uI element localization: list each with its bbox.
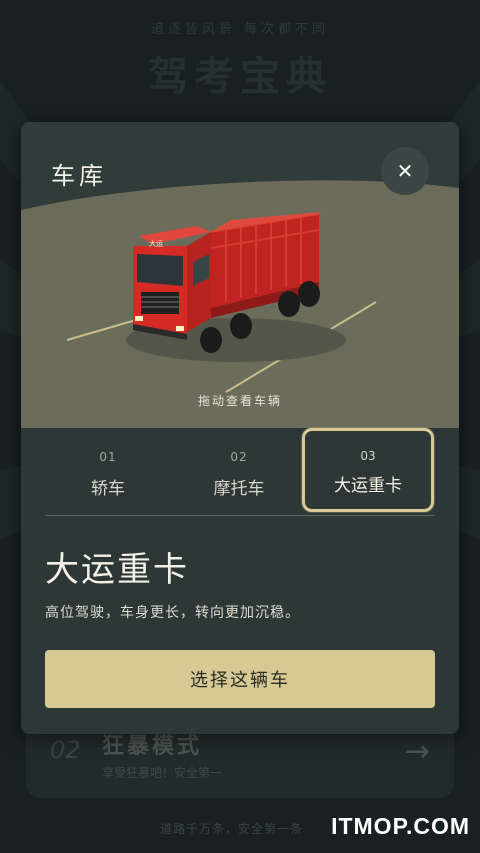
- tab-motorcycle[interactable]: 02 摩托车: [166, 428, 312, 518]
- tab-number: 01: [99, 450, 117, 464]
- mode-subtitle: 享受狂暴吧！安全第一: [102, 766, 223, 780]
- choose-car-button[interactable]: 选择这辆车: [45, 650, 435, 708]
- car-name: 大运重卡: [45, 550, 189, 590]
- tab-label: 大运重卡: [334, 476, 402, 496]
- background-footer: 道路千万条，安全第一条: [160, 822, 304, 836]
- garage-modal: 大运 车库 ✕ 拖动查看车辆 01 轿车 02 摩托车 03 大运重卡 大运重卡…: [21, 122, 459, 734]
- tab-heavy-truck[interactable]: 03 大运重卡: [302, 428, 434, 512]
- tab-label: 轿车: [91, 479, 125, 499]
- arrow-right-icon: →: [404, 734, 430, 769]
- tab-number: 02: [230, 450, 248, 464]
- vehicle-preview-stage[interactable]: 大运 车库 ✕ 拖动查看车辆: [21, 122, 459, 428]
- tab-label: 摩托车: [213, 479, 265, 499]
- background-subtitle: 追逐皆风景 每次都不同: [150, 22, 330, 37]
- modal-title: 车库: [51, 162, 107, 190]
- car-description: 高位驾驶，车身更长，转向更加沉稳。: [45, 605, 300, 621]
- mode-number: 02: [50, 736, 81, 764]
- tab-number: 03: [360, 449, 376, 463]
- close-button[interactable]: ✕: [381, 147, 429, 195]
- truck-plate: 大运: [149, 239, 163, 248]
- drag-hint: 拖动查看车辆: [197, 394, 282, 408]
- divider: [45, 515, 435, 516]
- close-icon: ✕: [396, 159, 414, 183]
- background-title: 驾考宝典: [148, 54, 332, 100]
- tab-sedan[interactable]: 01 轿车: [35, 428, 181, 518]
- watermark: ITMOP.COM: [331, 813, 470, 839]
